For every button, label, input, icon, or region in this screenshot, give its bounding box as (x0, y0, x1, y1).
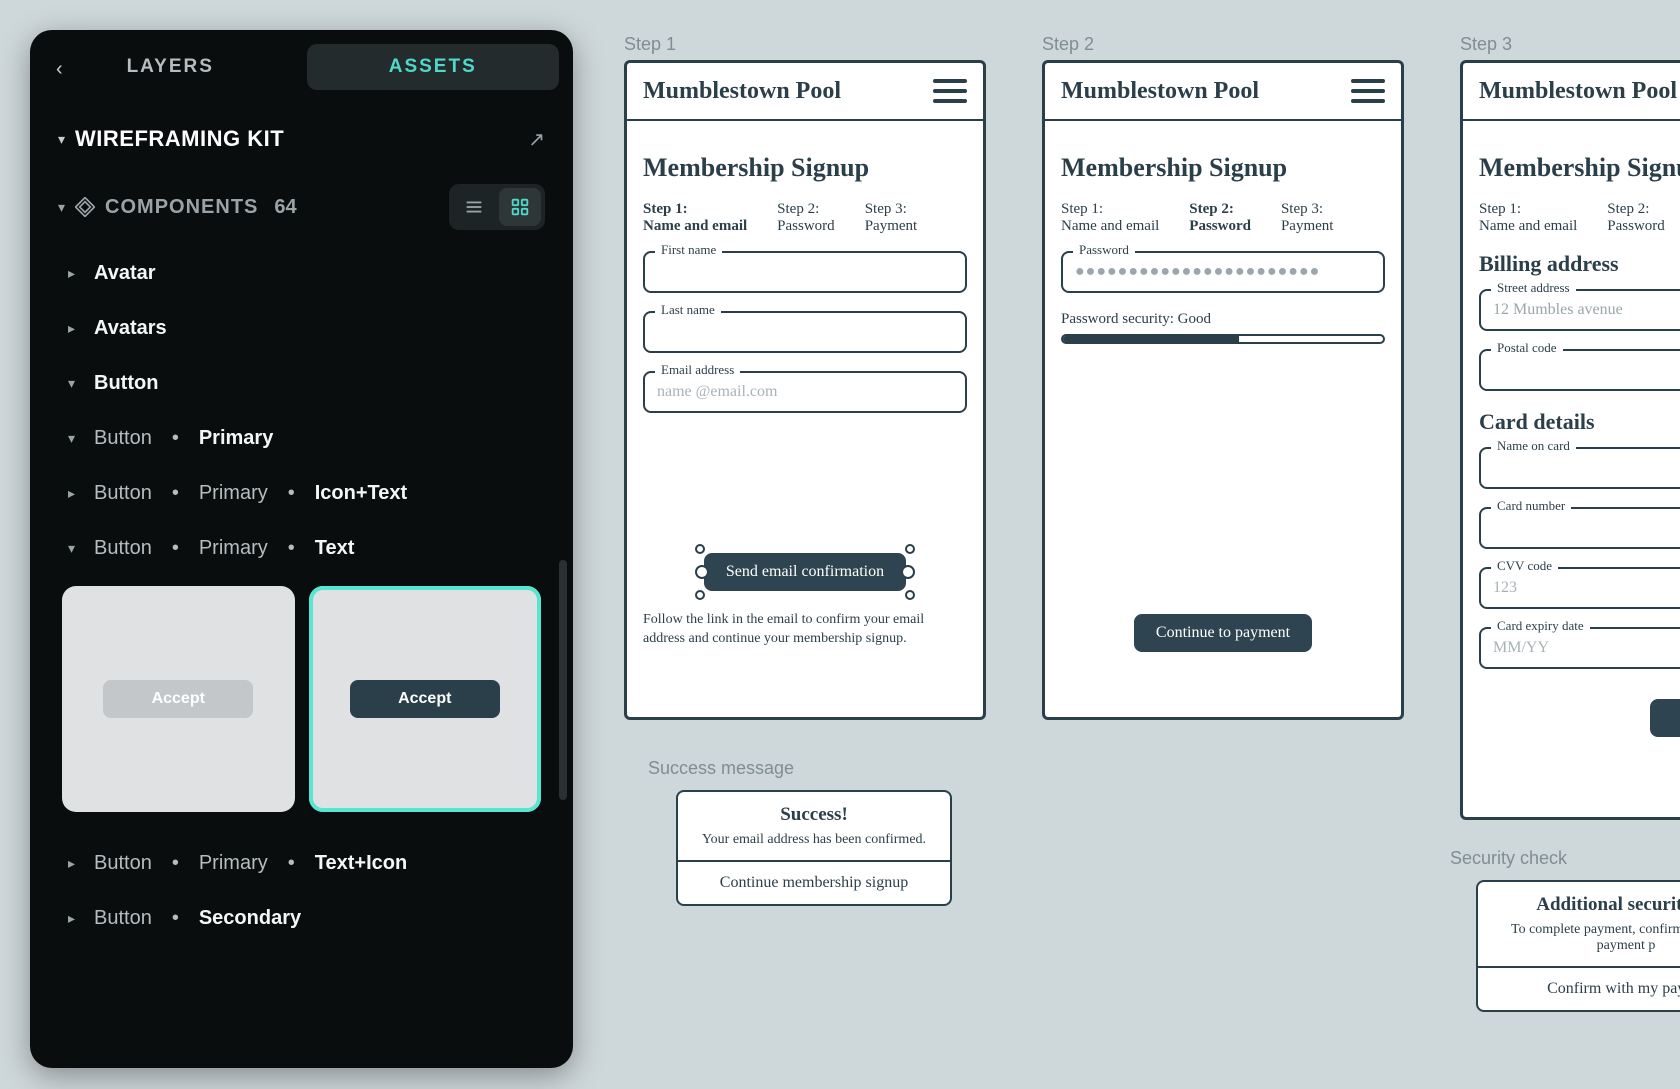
hamburger-icon[interactable] (933, 79, 967, 103)
wizard-steps: Step 1:Name and email Step 2:Password St… (643, 201, 967, 235)
card-heading: Card details (1479, 409, 1680, 435)
frame-label-step3: Step 3 (1460, 34, 1512, 55)
brand-title: Mumblestown Pool (1061, 78, 1259, 105)
field-label: Card number (1491, 498, 1571, 514)
wizard-steps: Step 1:Name and email Step 2:Password (1479, 201, 1680, 235)
field-label: Password (1073, 242, 1135, 258)
frame-label-security: Security check (1450, 848, 1567, 869)
hamburger-icon[interactable] (1351, 79, 1385, 103)
step-indicator-1: Step 1:Name and email (1061, 201, 1159, 235)
security-title: Additional security ch (1496, 894, 1680, 916)
step-indicator-3: Step 3:Payment (865, 201, 918, 235)
field-label: Last name (655, 302, 721, 318)
street-field: Street address (1479, 289, 1680, 331)
name-on-card-field: Name on card (1479, 447, 1680, 489)
page-title: Membership Signup (1061, 153, 1385, 183)
frame-step3[interactable]: Mumblestown Pool Membership Signup Step … (1460, 60, 1680, 820)
chevron-left-icon[interactable]: ‹ (56, 58, 63, 81)
selected-component[interactable]: Send email confirmation (704, 553, 906, 591)
page-title: Membership Signup (1479, 153, 1680, 183)
email-field: Email address (643, 371, 967, 413)
field-label: Street address (1491, 280, 1576, 296)
continue-payment-button[interactable]: Continue to payment (1134, 614, 1312, 652)
field-label: CVV code (1491, 558, 1558, 574)
field-label: Card expiry date (1491, 618, 1590, 634)
billing-heading: Billing address (1479, 251, 1680, 277)
field-label: Postal code (1491, 340, 1563, 356)
cvv-field: CVV code (1479, 567, 1680, 609)
send-confirmation-button[interactable]: Send email confirmation (704, 553, 906, 591)
page-title: Membership Signup (643, 153, 967, 183)
step-indicator-1: Step 1:Name and email (1479, 201, 1577, 235)
frame-label-success: Success message (648, 758, 794, 779)
password-strength-label: Password security: Good (1061, 311, 1385, 328)
brand-title: Mumblestown Pool (1479, 78, 1677, 105)
frame-label-step2: Step 2 (1042, 34, 1094, 55)
security-body: To complete payment, confirm with your p… (1496, 922, 1680, 954)
step-indicator-2: Step 2:Password (777, 201, 835, 235)
security-card[interactable]: Additional security ch To complete payme… (1476, 880, 1680, 1012)
password-field: Password (1061, 251, 1385, 293)
helper-text: Follow the link in the email to confirm … (643, 611, 967, 649)
step-indicator-2: Step 2:Password (1189, 201, 1251, 235)
card-number-field: Card number (1479, 507, 1680, 549)
frame-step2[interactable]: Mumblestown Pool Membership Signup Step … (1042, 60, 1404, 720)
first-name-field: First name (643, 251, 967, 293)
last-name-field: Last name (643, 311, 967, 353)
frame-step1[interactable]: Mumblestown Pool Membership Signup Step … (624, 60, 986, 720)
field-label: Name on card (1491, 438, 1576, 454)
field-label: Email address (655, 362, 740, 378)
success-card[interactable]: Success! Your email address has been con… (676, 790, 952, 906)
wizard-steps: Step 1:Name and email Step 2:Password St… (1061, 201, 1385, 235)
progress-fill (1063, 336, 1239, 342)
step-indicator-2: Step 2:Password (1607, 201, 1665, 235)
frame-label-step1: Step 1 (624, 34, 676, 55)
continue-signup-button[interactable]: Continue membership signup (696, 874, 932, 892)
step-indicator-3: Step 3:Payment (1281, 201, 1334, 235)
postal-field: Postal code (1479, 349, 1680, 391)
submit-payment-button[interactable]: Submit payme (1650, 699, 1680, 737)
success-body: Your email address has been confirmed. (696, 832, 932, 848)
confirm-payment-button[interactable]: Confirm with my payme (1496, 980, 1680, 998)
password-strength-meter (1061, 334, 1385, 344)
brand-title: Mumblestown Pool (643, 78, 841, 105)
field-label: First name (655, 242, 722, 258)
expiry-field: Card expiry date (1479, 627, 1680, 669)
step-indicator-1: Step 1:Name and email (643, 201, 747, 235)
success-title: Success! (696, 804, 932, 826)
